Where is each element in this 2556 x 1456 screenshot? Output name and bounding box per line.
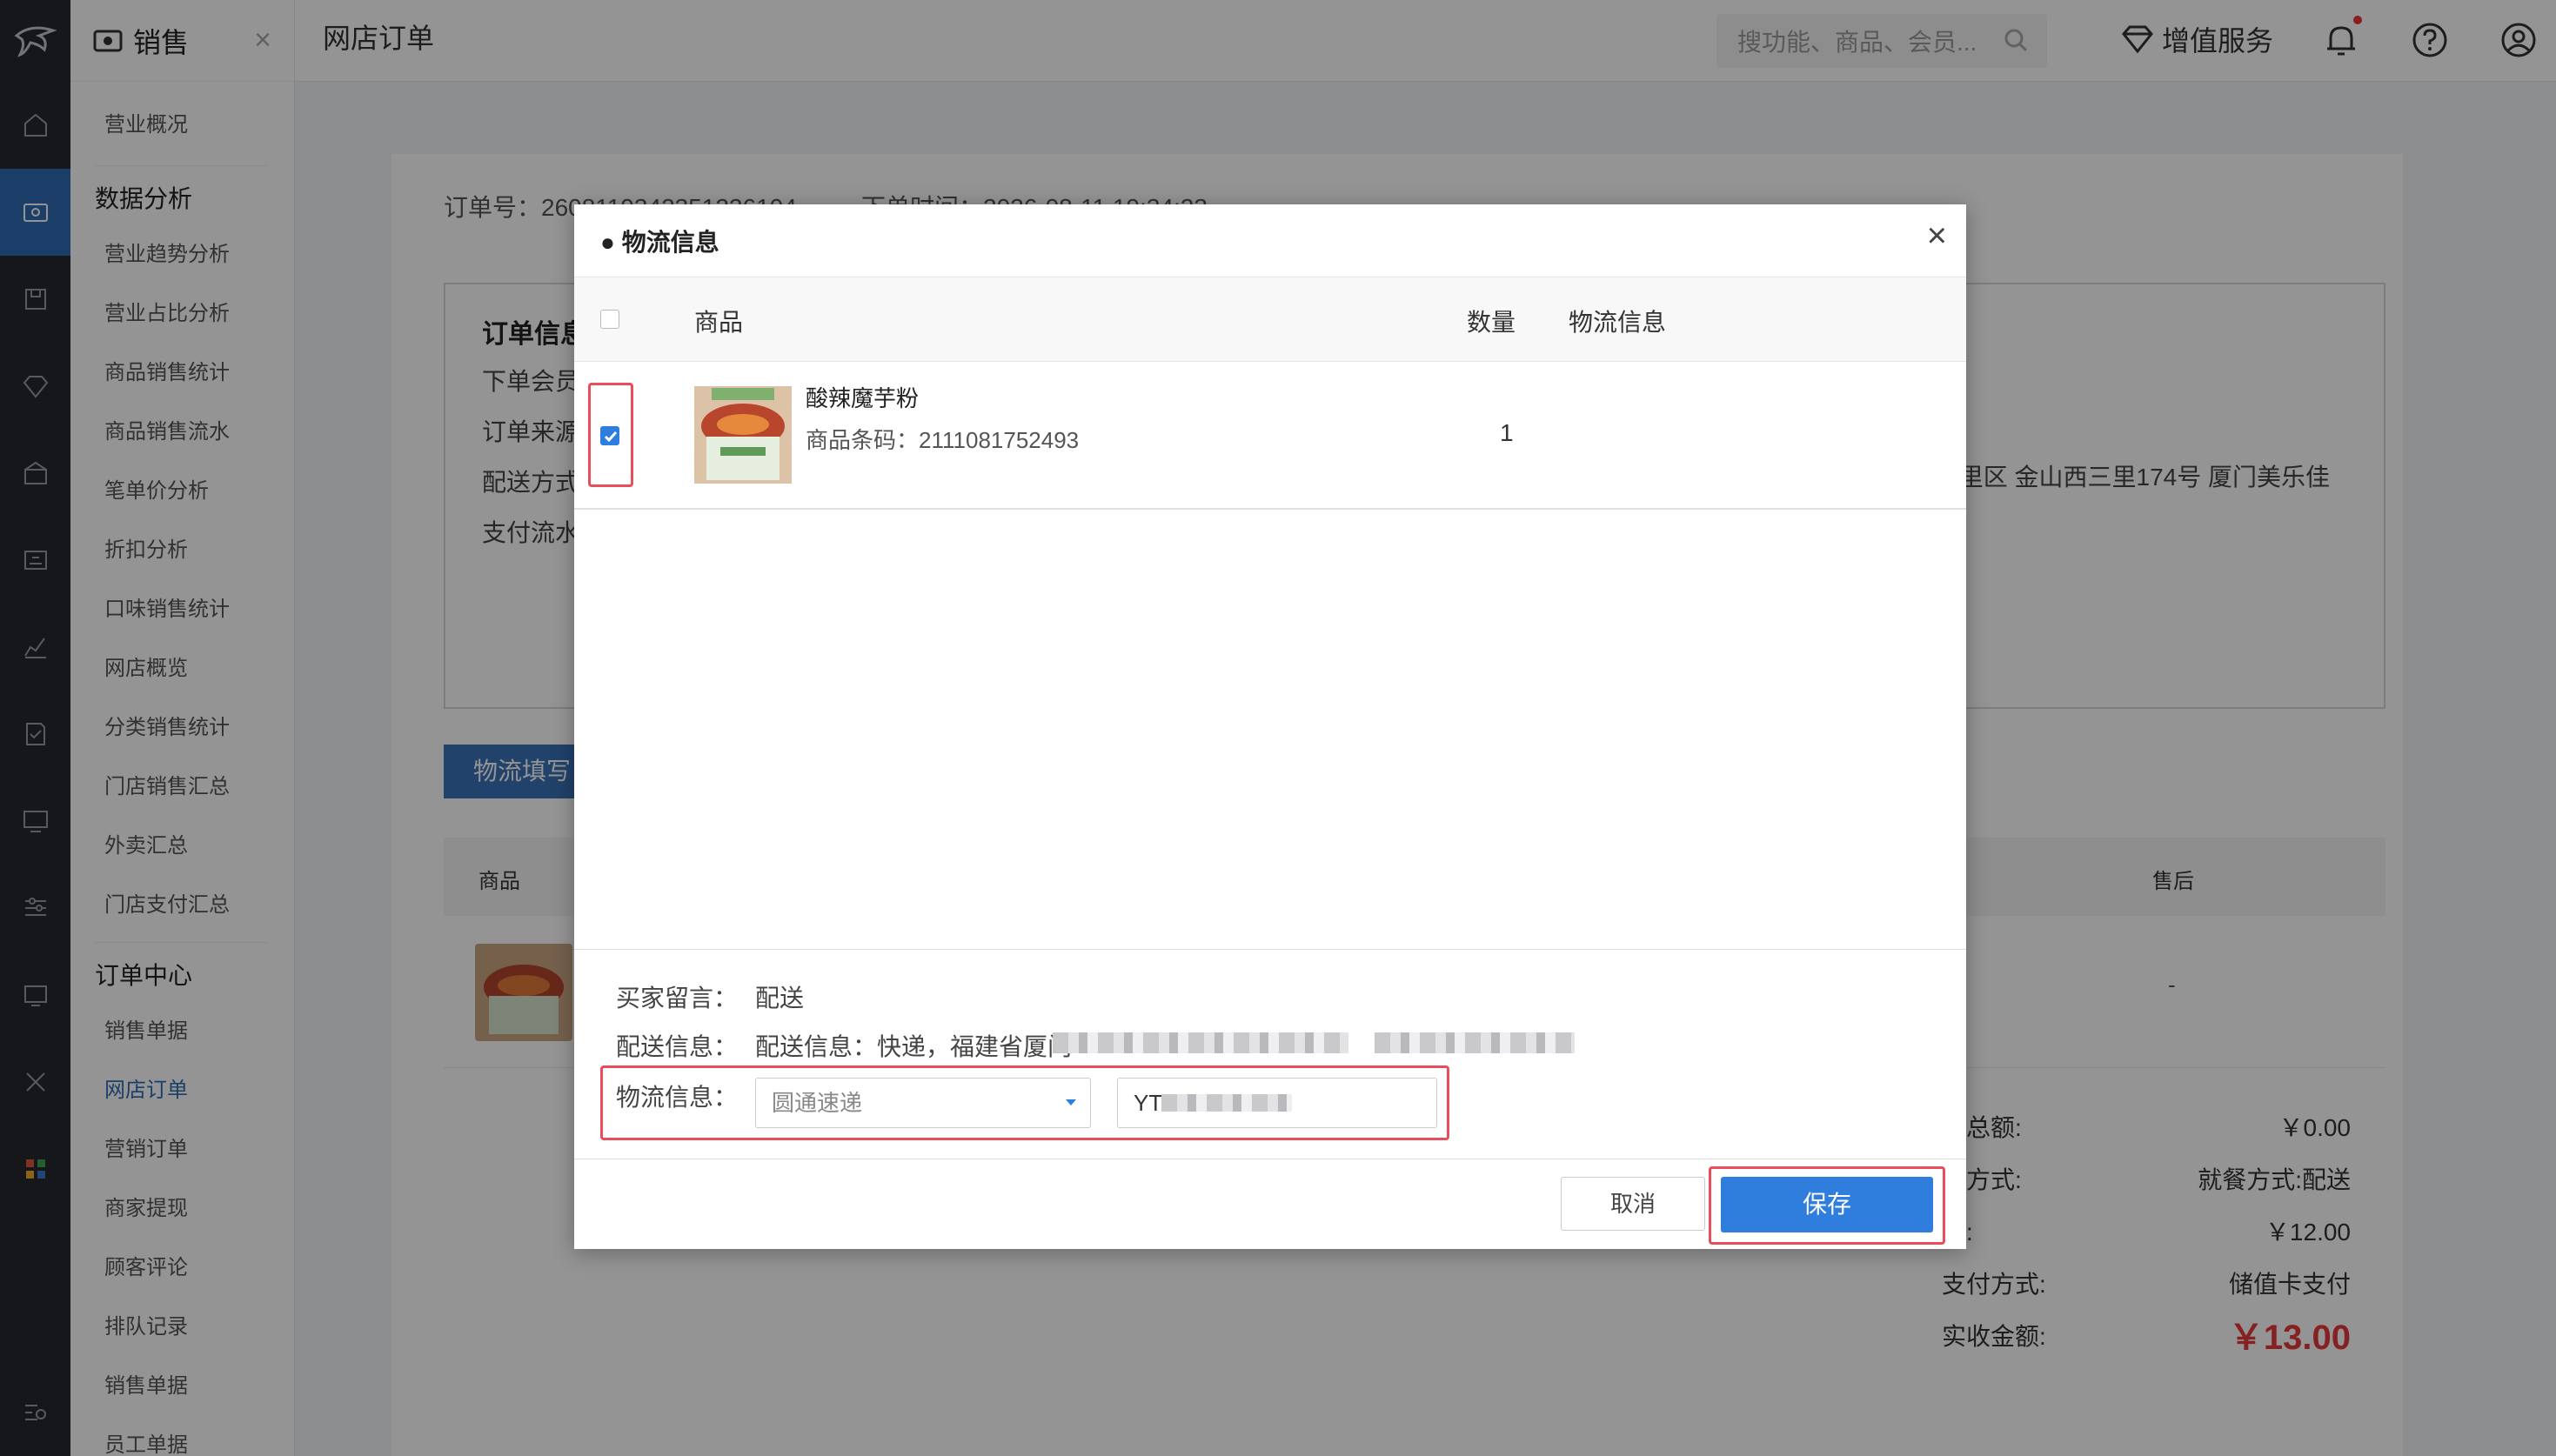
product-barcode: 商品条码：2111081752493 xyxy=(806,427,1080,453)
item-checkbox[interactable] xyxy=(600,426,619,445)
buyer-note-value: 配送 xyxy=(755,985,805,1012)
close-icon[interactable]: × xyxy=(1927,217,1947,256)
select-all-checkbox[interactable] xyxy=(600,310,619,329)
buyer-note-label: 买家留言： xyxy=(616,985,739,1012)
delivery-info-label: 配送信息： xyxy=(616,1033,739,1060)
product-qty: 1 xyxy=(1500,419,1514,446)
save-button[interactable]: 保存 xyxy=(1721,1177,1933,1232)
modal-table-header: 商品 数量 物流信息 xyxy=(574,277,1966,362)
col-logistics: 物流信息 xyxy=(1569,309,1667,336)
col-product: 商品 xyxy=(694,309,744,336)
chevron-down-icon xyxy=(1066,1099,1076,1105)
carrier-value: 圆通速递 xyxy=(772,1090,863,1116)
tracking-number-input[interactable]: YT xyxy=(1117,1078,1437,1128)
modal-header: ● 物流信息 × xyxy=(574,204,1966,277)
product-name: 酸辣魔芋粉 xyxy=(806,385,920,411)
logistics-modal: ● 物流信息 × 商品 数量 物流信息 酸辣魔芋粉 商品条码：211108175… xyxy=(574,204,1966,1249)
redacted-tracking xyxy=(1161,1094,1292,1112)
check-icon xyxy=(604,431,618,443)
modal-title: ● 物流信息 xyxy=(600,229,719,256)
redacted-address xyxy=(1375,1032,1575,1053)
delivery-info-value: 配送信息：快递，福建省厦门 xyxy=(755,1033,1073,1060)
product-image xyxy=(694,386,792,484)
redacted-address xyxy=(1053,1032,1348,1053)
col-qty: 数量 xyxy=(1467,309,1516,336)
tracking-number-value: YT xyxy=(1134,1090,1163,1116)
logistics-label: 物流信息： xyxy=(616,1084,739,1111)
cancel-button[interactable]: 取消 xyxy=(1561,1177,1705,1231)
table-row: 酸辣魔芋粉 商品条码：2111081752493 1 xyxy=(574,362,1966,510)
carrier-select[interactable]: 圆通速递 xyxy=(755,1078,1091,1128)
